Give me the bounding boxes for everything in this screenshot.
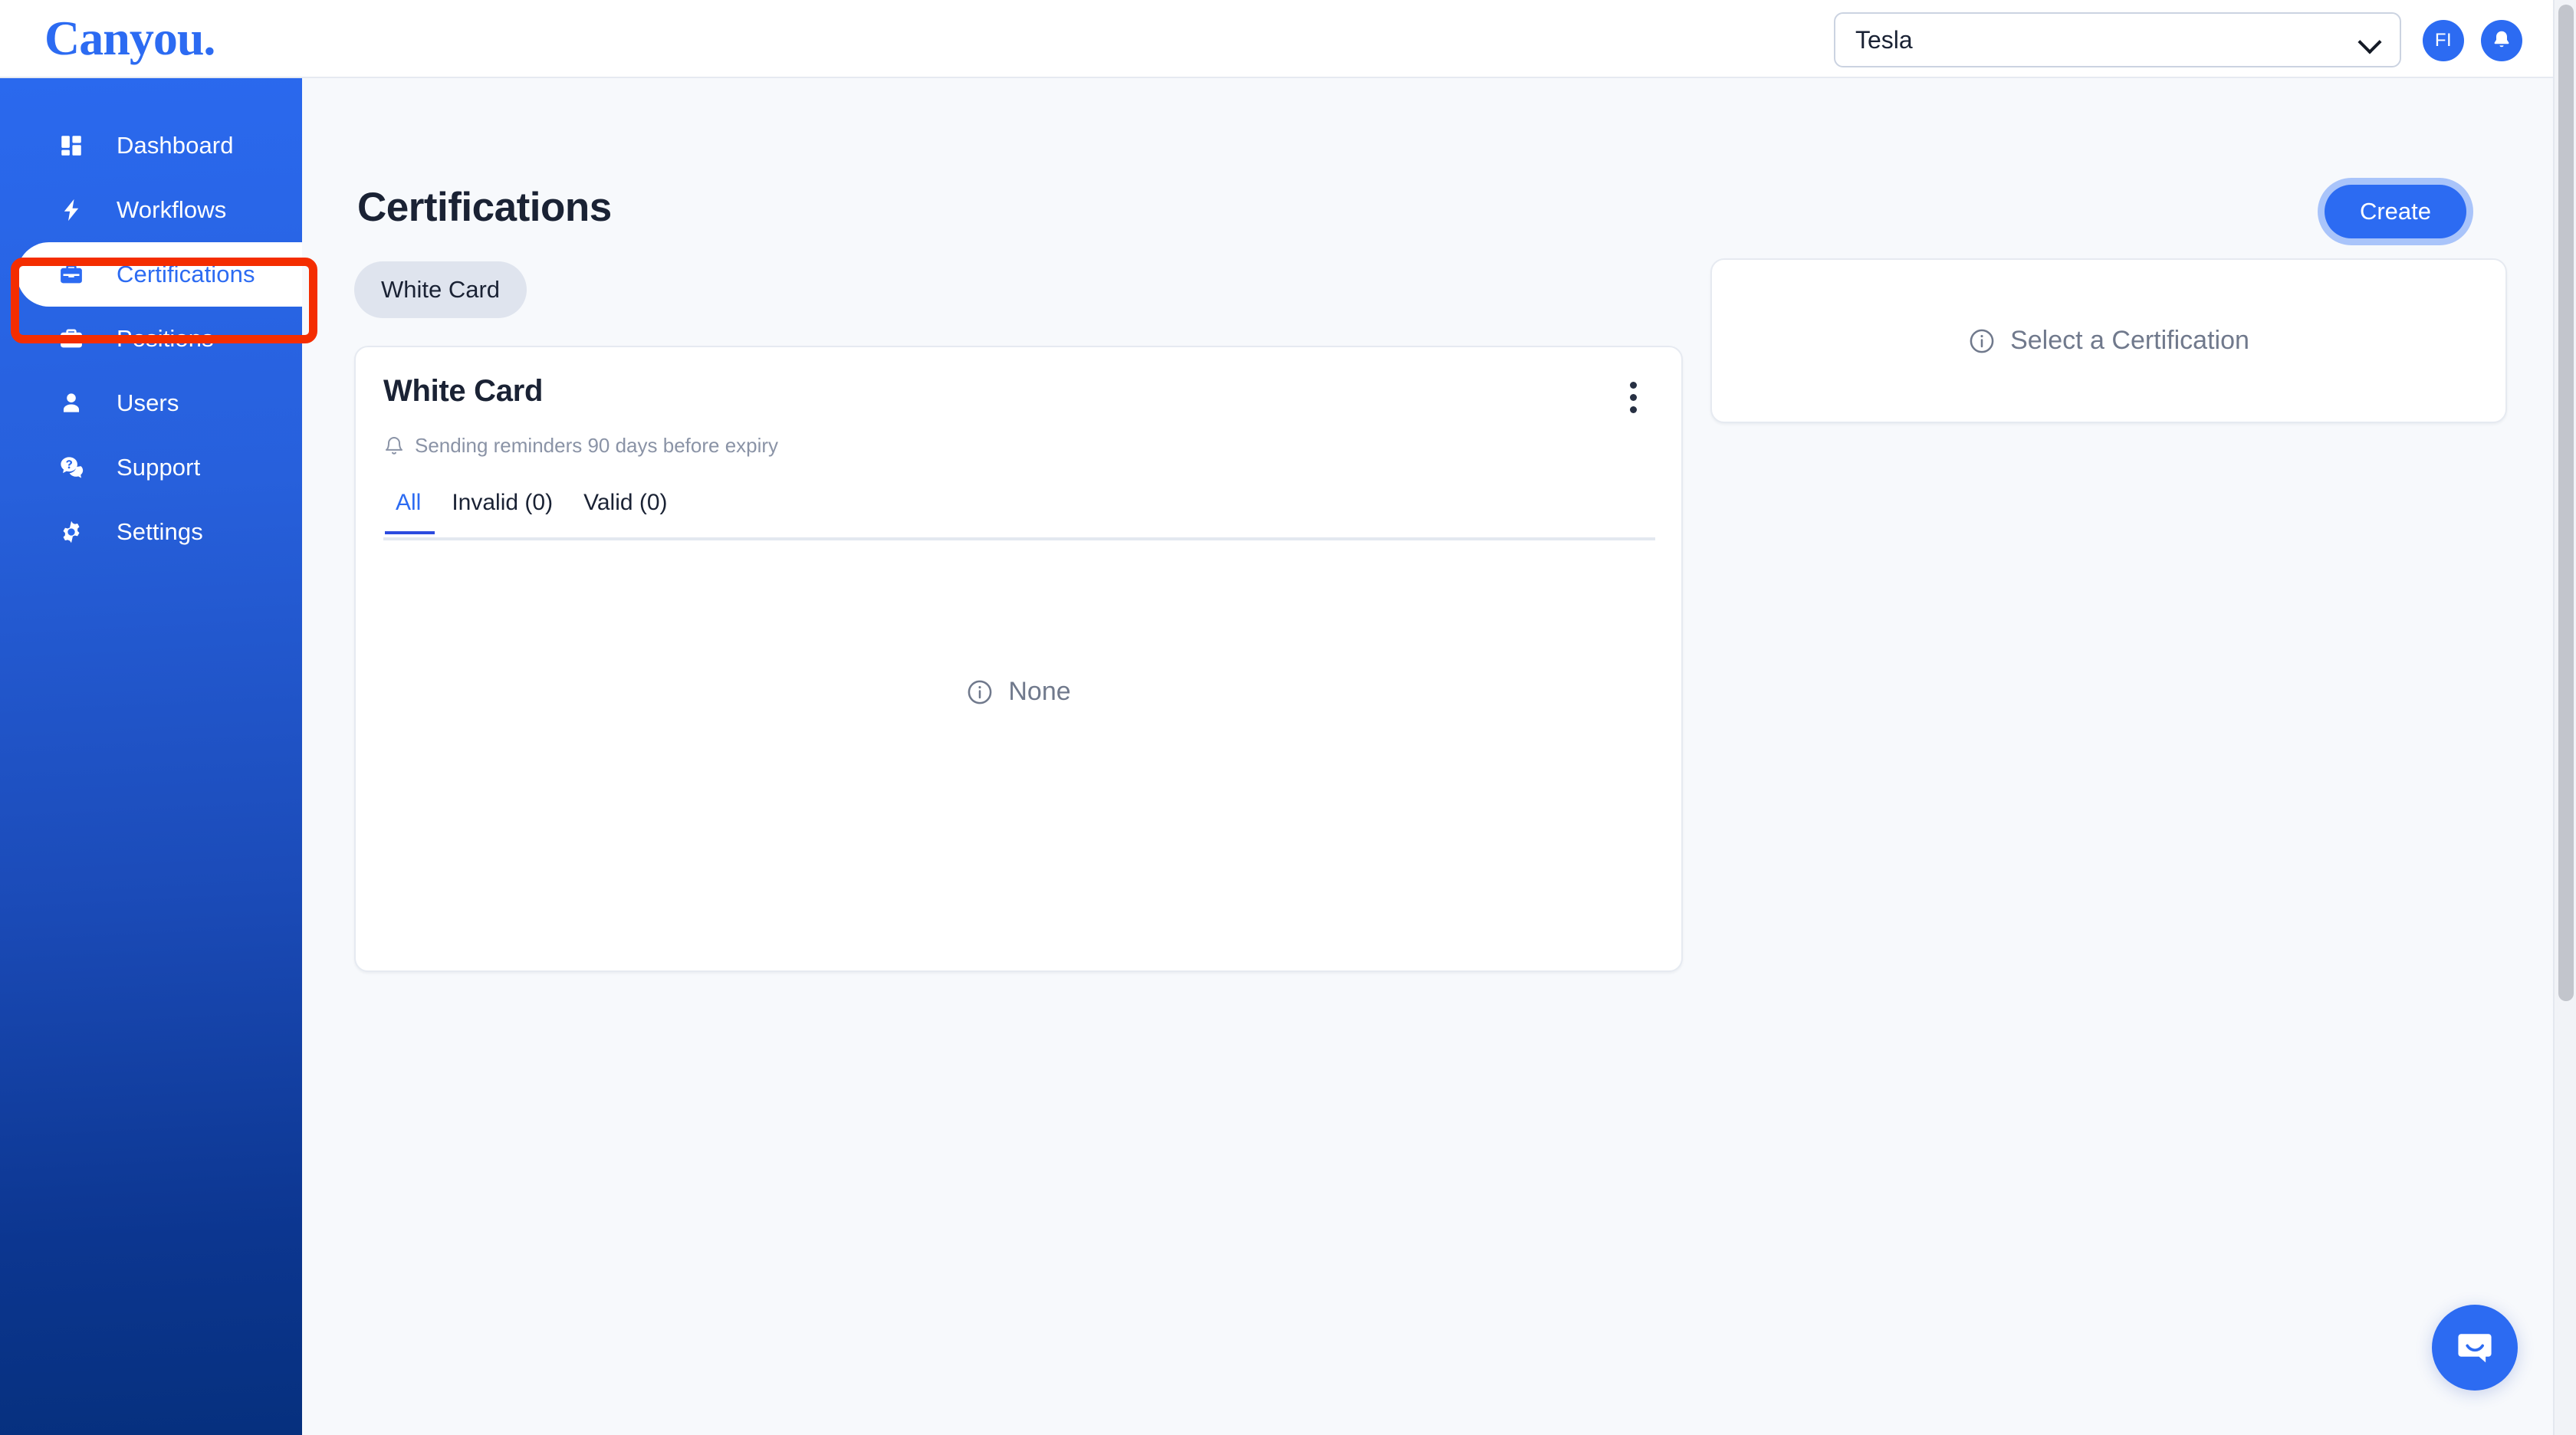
card-tabs: All Invalid (0) Valid (0)	[383, 490, 1655, 540]
sidebar-item-dashboard[interactable]: Dashboard	[0, 113, 302, 178]
detail-panel-text: Select a Certification	[2010, 326, 2249, 355]
app-root: Canyou. Tesla FI Dashboard Workflows Cer…	[0, 0, 2576, 1435]
gear-icon	[55, 516, 87, 548]
page-title: Certifications	[357, 185, 612, 230]
kebab-dot	[1629, 406, 1637, 413]
sidebar: Dashboard Workflows Certifications Posit…	[0, 78, 302, 1435]
sidebar-item-label: Support	[117, 454, 201, 481]
dashboard-grid-icon	[55, 130, 87, 162]
lightning-bolt-icon	[55, 194, 87, 226]
sidebar-item-label: Settings	[117, 518, 203, 545]
sidebar-item-label: Workflows	[117, 196, 227, 223]
chat-question-icon	[55, 452, 87, 484]
sidebar-nav: Dashboard Workflows Certifications Posit…	[0, 78, 302, 564]
avatar[interactable]: FI	[2423, 20, 2464, 61]
tab-valid[interactable]: Valid (0)	[568, 490, 682, 531]
filter-chip-white-card[interactable]: White Card	[354, 261, 527, 318]
tab-all[interactable]: All	[383, 490, 436, 534]
chevron-down-icon	[2360, 34, 2380, 46]
chat-bubble-icon	[2453, 1325, 2497, 1370]
tab-invalid[interactable]: Invalid (0)	[436, 490, 568, 531]
sidebar-item-positions[interactable]: Positions	[0, 307, 302, 371]
kebab-dot	[1629, 381, 1637, 389]
top-bar: Canyou. Tesla FI	[0, 0, 2576, 78]
chat-launcher-button[interactable]	[2432, 1305, 2518, 1391]
bell-icon	[2490, 29, 2513, 52]
empty-state: None	[356, 677, 1681, 707]
sidebar-item-users[interactable]: Users	[0, 371, 302, 435]
sidebar-item-label: Dashboard	[117, 132, 234, 159]
sidebar-item-certifications[interactable]: Certifications	[17, 242, 302, 307]
create-button[interactable]: Create	[2324, 185, 2466, 238]
sidebar-item-settings[interactable]: Settings	[0, 500, 302, 564]
info-circle-icon	[1968, 327, 1996, 355]
app-logo[interactable]: Canyou.	[44, 14, 215, 63]
kebab-dot	[1629, 393, 1637, 401]
reminder-note: Sending reminders 90 days before expiry	[383, 434, 778, 458]
briefcase-icon	[55, 323, 87, 355]
organisation-select-value: Tesla	[1855, 25, 1913, 54]
sidebar-item-label: Certifications	[117, 261, 255, 287]
info-circle-icon	[966, 678, 994, 706]
organisation-select[interactable]: Tesla	[1834, 12, 2401, 67]
kebab-menu-icon[interactable]	[1611, 375, 1655, 419]
page-scrollbar-thumb[interactable]	[2558, 5, 2574, 1001]
bell-icon	[383, 435, 405, 457]
sidebar-item-workflows[interactable]: Workflows	[0, 178, 302, 242]
sidebar-item-label: Positions	[117, 325, 214, 352]
empty-state-text: None	[1008, 677, 1071, 706]
user-icon	[55, 387, 87, 419]
page-scrollbar[interactable]	[2553, 0, 2576, 1435]
certification-detail-panel: Select a Certification	[1710, 258, 2507, 423]
certification-card: White Card Sending reminders 90 days bef…	[354, 346, 1683, 972]
card-title: White Card	[383, 374, 544, 408]
main-content: Certifications Create White Card White C…	[302, 78, 2562, 1435]
sidebar-item-label: Users	[117, 389, 179, 416]
briefcase-icon	[55, 258, 87, 291]
reminder-text: Sending reminders 90 days before expiry	[415, 434, 779, 457]
notifications-button[interactable]	[2481, 20, 2522, 61]
sidebar-item-support[interactable]: Support	[0, 435, 302, 500]
